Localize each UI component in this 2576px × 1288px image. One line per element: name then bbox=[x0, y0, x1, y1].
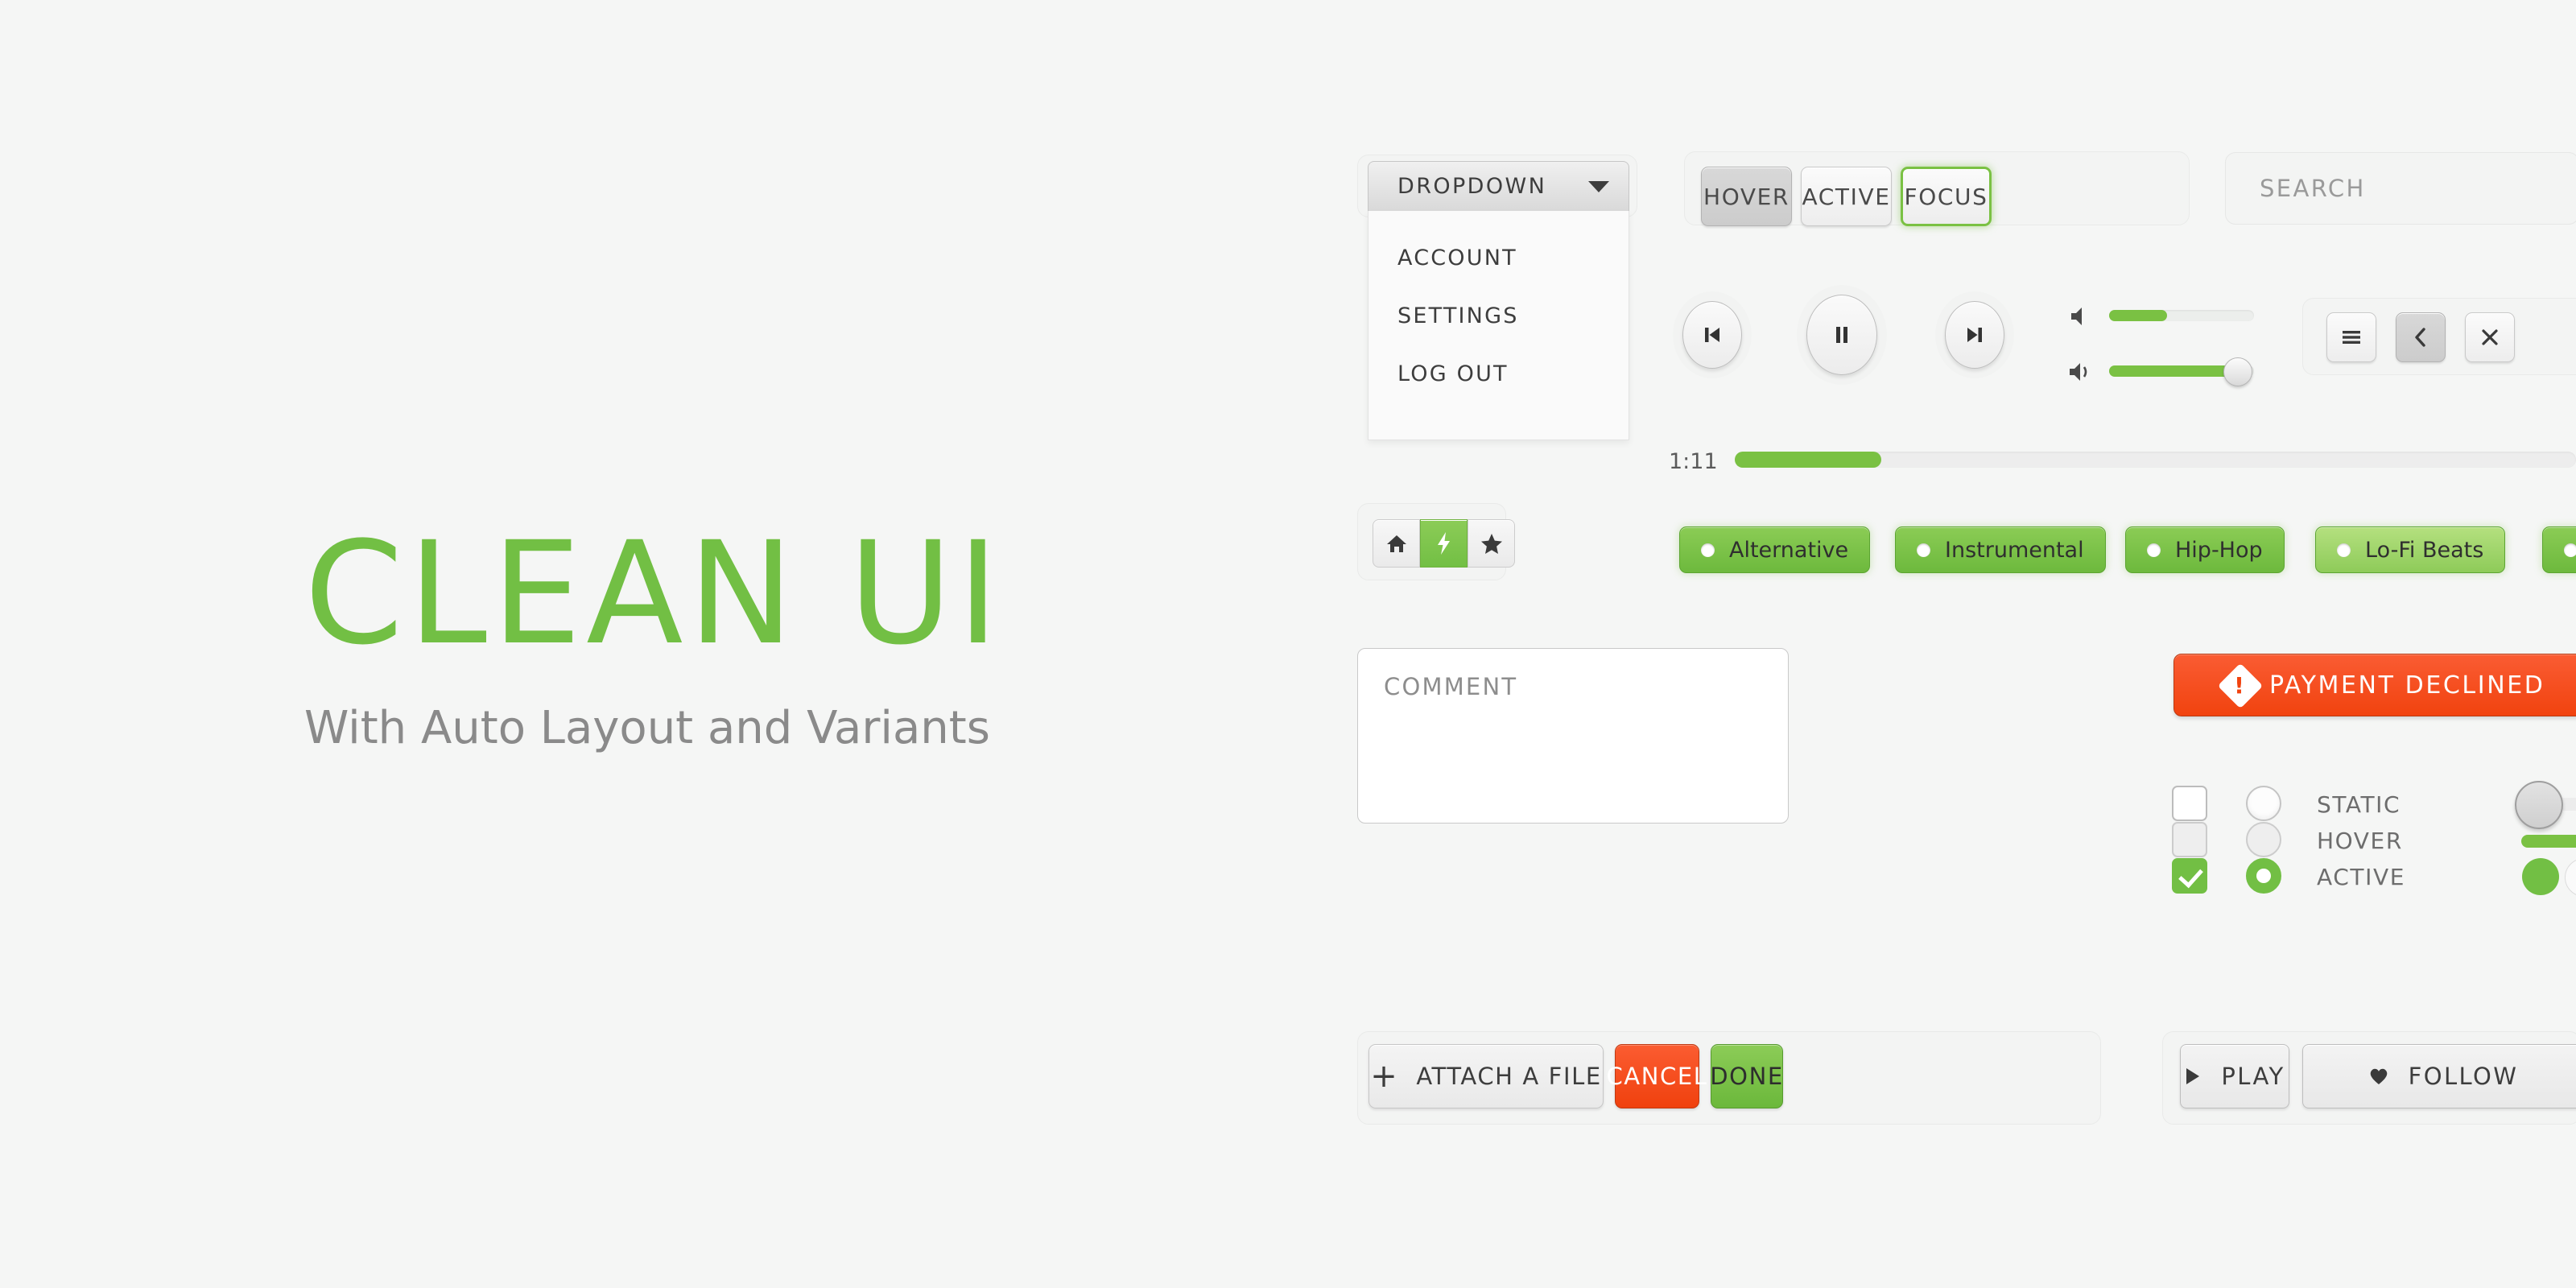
menu-item-account[interactable]: ACCOUNT bbox=[1368, 229, 1629, 287]
play-icon bbox=[2184, 1067, 2202, 1086]
tag-dot-icon bbox=[1701, 543, 1715, 557]
volume-slider-high-fill bbox=[2109, 365, 2236, 377]
heart-icon bbox=[2368, 1067, 2389, 1086]
progress-bar-track[interactable] bbox=[1735, 452, 2576, 468]
tag-chip-instrumental[interactable]: Instrumental bbox=[1895, 526, 2106, 573]
alert-text: PAYMENT DECLINED bbox=[2269, 671, 2545, 700]
tag-label: Instrumental bbox=[1945, 537, 2084, 563]
control-row-static: STATIC bbox=[2172, 786, 2574, 826]
skip-back-icon bbox=[1700, 323, 1724, 347]
control-label-hover: HOVER bbox=[2317, 828, 2403, 854]
slider-hover-fill bbox=[2521, 835, 2576, 848]
control-row-active: ACTIVE bbox=[2172, 858, 2574, 898]
slider-active-fill-dot[interactable] bbox=[2522, 858, 2559, 895]
checkbox-active[interactable] bbox=[2172, 858, 2207, 894]
lightning-icon bbox=[1435, 531, 1453, 555]
tag-dot-icon bbox=[1917, 543, 1930, 557]
clean-ui-kit-canvas: CLEAN UI With Auto Layout and Variants D… bbox=[0, 0, 2576, 1288]
radio-static[interactable] bbox=[2246, 786, 2281, 821]
playback-time: 1:11 bbox=[1669, 449, 1718, 474]
next-track-button[interactable] bbox=[1945, 301, 2004, 369]
comment-textarea[interactable]: COMMENT bbox=[1357, 648, 1789, 824]
tag-label: Alternative bbox=[1729, 537, 1849, 563]
tag-dot-icon bbox=[2564, 543, 2576, 557]
slider-hover-track[interactable] bbox=[2521, 835, 2576, 848]
checkbox-hover[interactable] bbox=[2172, 822, 2207, 857]
control-label-active: ACTIVE bbox=[2317, 864, 2406, 890]
speaker-muted-icon bbox=[2069, 304, 2096, 328]
control-row-hover: HOVER bbox=[2172, 822, 2574, 862]
flash-toggle[interactable] bbox=[1420, 519, 1468, 568]
play-button[interactable]: PLAY bbox=[2180, 1044, 2289, 1108]
volume-slider-low-track[interactable] bbox=[2109, 310, 2254, 321]
state-button-focus[interactable]: FOCUS bbox=[1901, 167, 1992, 226]
state-button-active[interactable]: ACTIVE bbox=[1801, 167, 1892, 226]
home-icon bbox=[1385, 533, 1408, 554]
back-button[interactable] bbox=[2396, 312, 2446, 362]
play-label: PLAY bbox=[2221, 1063, 2285, 1090]
tag-dot-icon bbox=[2337, 543, 2351, 557]
star-toggle[interactable] bbox=[1468, 519, 1515, 568]
radio-active[interactable] bbox=[2246, 858, 2281, 894]
tag-label: Lo-Fi Beats bbox=[2365, 537, 2484, 563]
dropdown-menu: ACCOUNT SETTINGS LOG OUT bbox=[1368, 211, 1629, 440]
radio-hover[interactable] bbox=[2246, 822, 2281, 857]
dropdown-button[interactable]: DROPDOWN bbox=[1368, 161, 1629, 211]
volume-slider-high-knob[interactable] bbox=[2223, 357, 2252, 386]
close-icon bbox=[2479, 327, 2500, 348]
tag-chip-hiphop[interactable]: Hip-Hop bbox=[2125, 526, 2285, 573]
close-button[interactable] bbox=[2465, 312, 2515, 362]
state-button-hover[interactable]: HOVER bbox=[1701, 167, 1792, 226]
tag-chip-alternative[interactable]: Alternative bbox=[1679, 526, 1871, 573]
warning-icon: ! bbox=[2217, 663, 2264, 709]
play-pause-button[interactable] bbox=[1806, 295, 1877, 375]
star-icon bbox=[1480, 533, 1503, 555]
attach-file-label: ATTACH A FILE bbox=[1416, 1063, 1602, 1090]
tag-label: Hip-Hop bbox=[2175, 537, 2263, 563]
volume-slider-high-track[interactable] bbox=[2109, 357, 2254, 386]
menu-item-settings[interactable]: SETTINGS bbox=[1368, 287, 1629, 345]
attach-file-button[interactable]: + ATTACH A FILE bbox=[1368, 1044, 1604, 1108]
checkbox-static[interactable] bbox=[2172, 786, 2207, 821]
chevron-left-icon bbox=[2411, 326, 2430, 349]
page-subtitle: With Auto Layout and Variants bbox=[304, 702, 990, 754]
status-badge-payment-declined[interactable]: ! PAYMENT DECLINED bbox=[2174, 654, 2576, 716]
previous-track-button[interactable] bbox=[1682, 301, 1742, 369]
volume-slider-low-fill bbox=[2109, 310, 2167, 321]
search-input[interactable]: SEARCH bbox=[2225, 152, 2576, 225]
tag-dot-icon bbox=[2147, 543, 2161, 557]
menu-button[interactable] bbox=[2326, 312, 2376, 362]
speaker-on-icon bbox=[2067, 359, 2098, 385]
plus-icon: + bbox=[1370, 1058, 1399, 1095]
cancel-button[interactable]: CANCEL bbox=[1606, 1044, 1707, 1108]
follow-label: FOLLOW bbox=[2408, 1063, 2519, 1090]
tag-chip-overflow[interactable] bbox=[2542, 526, 2576, 573]
done-button[interactable]: DONE bbox=[1710, 1044, 1783, 1108]
menu-item-logout[interactable]: LOG OUT bbox=[1368, 345, 1629, 402]
tag-chip-lofi-beats[interactable]: Lo-Fi Beats bbox=[2315, 526, 2506, 573]
chevron-down-icon bbox=[1588, 180, 1609, 192]
control-label-static: STATIC bbox=[2317, 791, 2401, 818]
pause-icon bbox=[1829, 322, 1855, 348]
dropdown-label: DROPDOWN bbox=[1397, 174, 1547, 199]
hamburger-icon bbox=[2340, 328, 2363, 346]
page-title: CLEAN UI bbox=[304, 511, 1004, 676]
home-toggle[interactable] bbox=[1373, 519, 1420, 568]
skip-forward-icon bbox=[1963, 323, 1987, 347]
hero-section: CLEAN UI With Auto Layout and Variants bbox=[304, 511, 1004, 755]
follow-button[interactable]: FOLLOW bbox=[2302, 1044, 2576, 1108]
progress-bar-fill bbox=[1735, 452, 1881, 468]
